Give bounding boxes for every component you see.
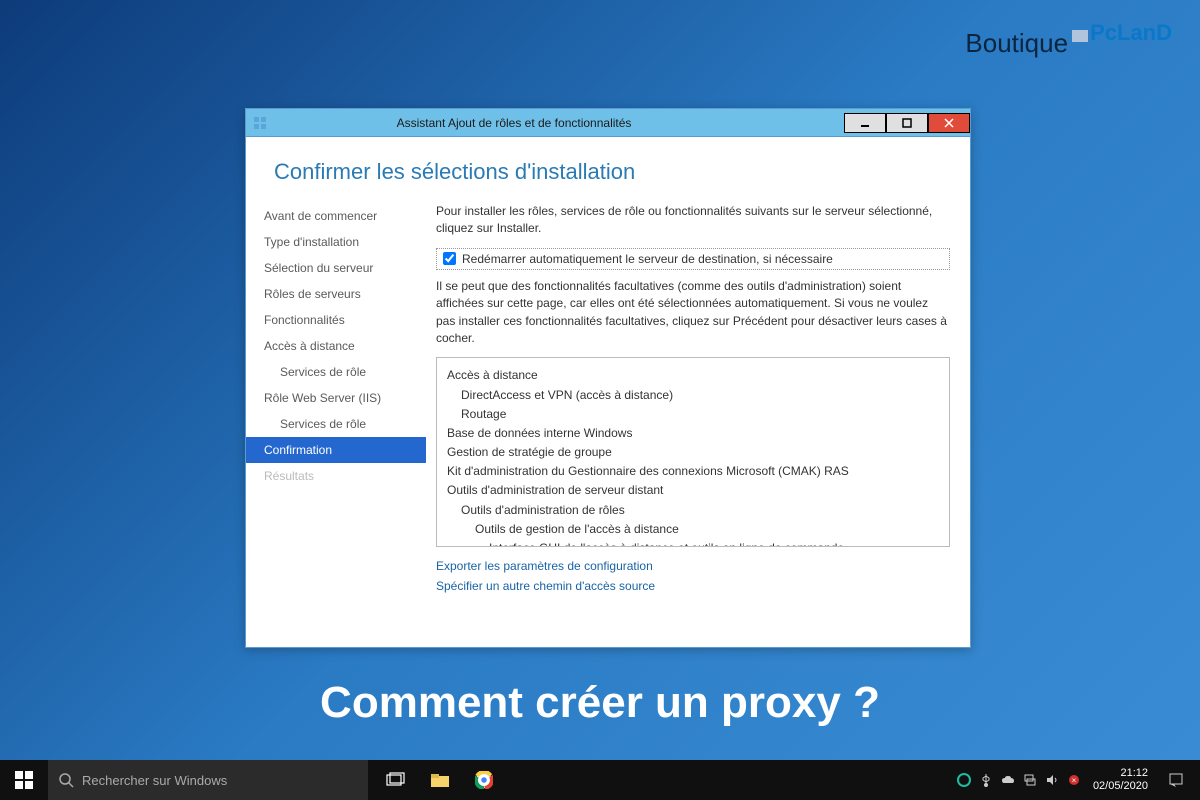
- feature-item: DirectAccess et VPN (accès à distance): [447, 386, 939, 405]
- sidebar-item-1[interactable]: Type d'installation: [246, 229, 426, 255]
- wizard-window: Assistant Ajout de rôles et de fonctionn…: [245, 108, 971, 648]
- auto-restart-label: Redémarrer automatiquement le serveur de…: [462, 252, 833, 266]
- chrome-icon[interactable]: [462, 760, 506, 800]
- security-alert-icon[interactable]: ×: [1063, 760, 1085, 800]
- wizard-content: Pour installer les rôles, services de rô…: [426, 203, 970, 637]
- system-tray: × 21:12 02/05/2020: [953, 760, 1200, 800]
- feature-item: Routage: [447, 405, 939, 424]
- volume-tray-icon[interactable]: [1041, 760, 1063, 800]
- search-placeholder: Rechercher sur Windows: [82, 773, 227, 788]
- taskbar: Rechercher sur Windows × 21:12 02/05/202…: [0, 760, 1200, 800]
- window-titlebar[interactable]: Assistant Ajout de rôles et de fonctionn…: [246, 109, 970, 137]
- feature-item: Kit d'administration du Gestionnaire des…: [447, 462, 939, 481]
- brand-main: Boutique: [965, 28, 1068, 59]
- sidebar-item-4[interactable]: Fonctionnalités: [246, 307, 426, 333]
- edge-tray-icon[interactable]: [953, 760, 975, 800]
- feature-list[interactable]: Accès à distanceDirectAccess et VPN (acc…: [436, 357, 950, 547]
- taskbar-search[interactable]: Rechercher sur Windows: [48, 760, 368, 800]
- feature-item: Base de données interne Windows: [447, 424, 939, 443]
- feature-item: Gestion de stratégie de groupe: [447, 443, 939, 462]
- sidebar-item-7[interactable]: Rôle Web Server (IIS): [246, 385, 426, 411]
- cloud-tray-icon[interactable]: [997, 760, 1019, 800]
- sidebar-item-0[interactable]: Avant de commencer: [246, 203, 426, 229]
- auto-restart-input[interactable]: [443, 252, 456, 265]
- intro-text: Pour installer les rôles, services de rô…: [436, 203, 950, 238]
- notification-center-button[interactable]: [1156, 760, 1196, 800]
- sidebar-item-2[interactable]: Sélection du serveur: [246, 255, 426, 281]
- brand-sub: PcLanD: [1090, 20, 1172, 46]
- brand-flag-icon: [1072, 30, 1088, 42]
- maximize-button[interactable]: [886, 113, 928, 133]
- window-title: Assistant Ajout de rôles et de fonctionn…: [274, 116, 754, 130]
- app-icon: [252, 115, 268, 131]
- sidebar-item-5[interactable]: Accès à distance: [246, 333, 426, 359]
- feature-item: Outils de gestion de l'accès à distance: [447, 520, 939, 539]
- file-explorer-icon[interactable]: [418, 760, 462, 800]
- feature-item: Accès à distance: [447, 366, 939, 385]
- specify-source-link[interactable]: Spécifier un autre chemin d'accès source: [436, 577, 950, 596]
- window-controls: [844, 113, 970, 133]
- wizard-sidebar: Avant de commencerType d'installationSél…: [246, 203, 426, 637]
- start-button[interactable]: [0, 760, 48, 800]
- page-title: Confirmer les sélections d'installation: [246, 137, 970, 203]
- note-text: Il se peut que des fonctionnalités facul…: [436, 278, 950, 348]
- taskbar-clock[interactable]: 21:12 02/05/2020: [1085, 767, 1156, 793]
- search-icon: [58, 772, 74, 788]
- clock-time: 21:12: [1093, 767, 1148, 780]
- brand-watermark: Boutique PcLanD: [965, 28, 1170, 59]
- config-links: Exporter les paramètres de configuration…: [436, 557, 950, 595]
- export-config-link[interactable]: Exporter les paramètres de configuration: [436, 557, 950, 576]
- auto-restart-checkbox[interactable]: Redémarrer automatiquement le serveur de…: [436, 248, 950, 270]
- svg-text:×: ×: [1072, 776, 1077, 785]
- task-view-button[interactable]: [374, 760, 418, 800]
- sidebar-item-6[interactable]: Services de rôle: [246, 359, 426, 385]
- minimize-button[interactable]: [844, 113, 886, 133]
- page-caption: Comment créer un proxy ?: [0, 678, 1200, 728]
- close-button[interactable]: [928, 113, 970, 133]
- sidebar-item-10: Résultats: [246, 463, 426, 489]
- feature-item: Interface GUI de l'accès à distance et o…: [447, 539, 939, 547]
- usb-tray-icon[interactable]: [975, 760, 997, 800]
- sidebar-item-9[interactable]: Confirmation: [246, 437, 426, 463]
- sidebar-item-3[interactable]: Rôles de serveurs: [246, 281, 426, 307]
- feature-item: Outils d'administration de rôles: [447, 501, 939, 520]
- sidebar-item-8[interactable]: Services de rôle: [246, 411, 426, 437]
- feature-item: Outils d'administration de serveur dista…: [447, 481, 939, 500]
- clock-date: 02/05/2020: [1093, 780, 1148, 793]
- network-tray-icon[interactable]: [1019, 760, 1041, 800]
